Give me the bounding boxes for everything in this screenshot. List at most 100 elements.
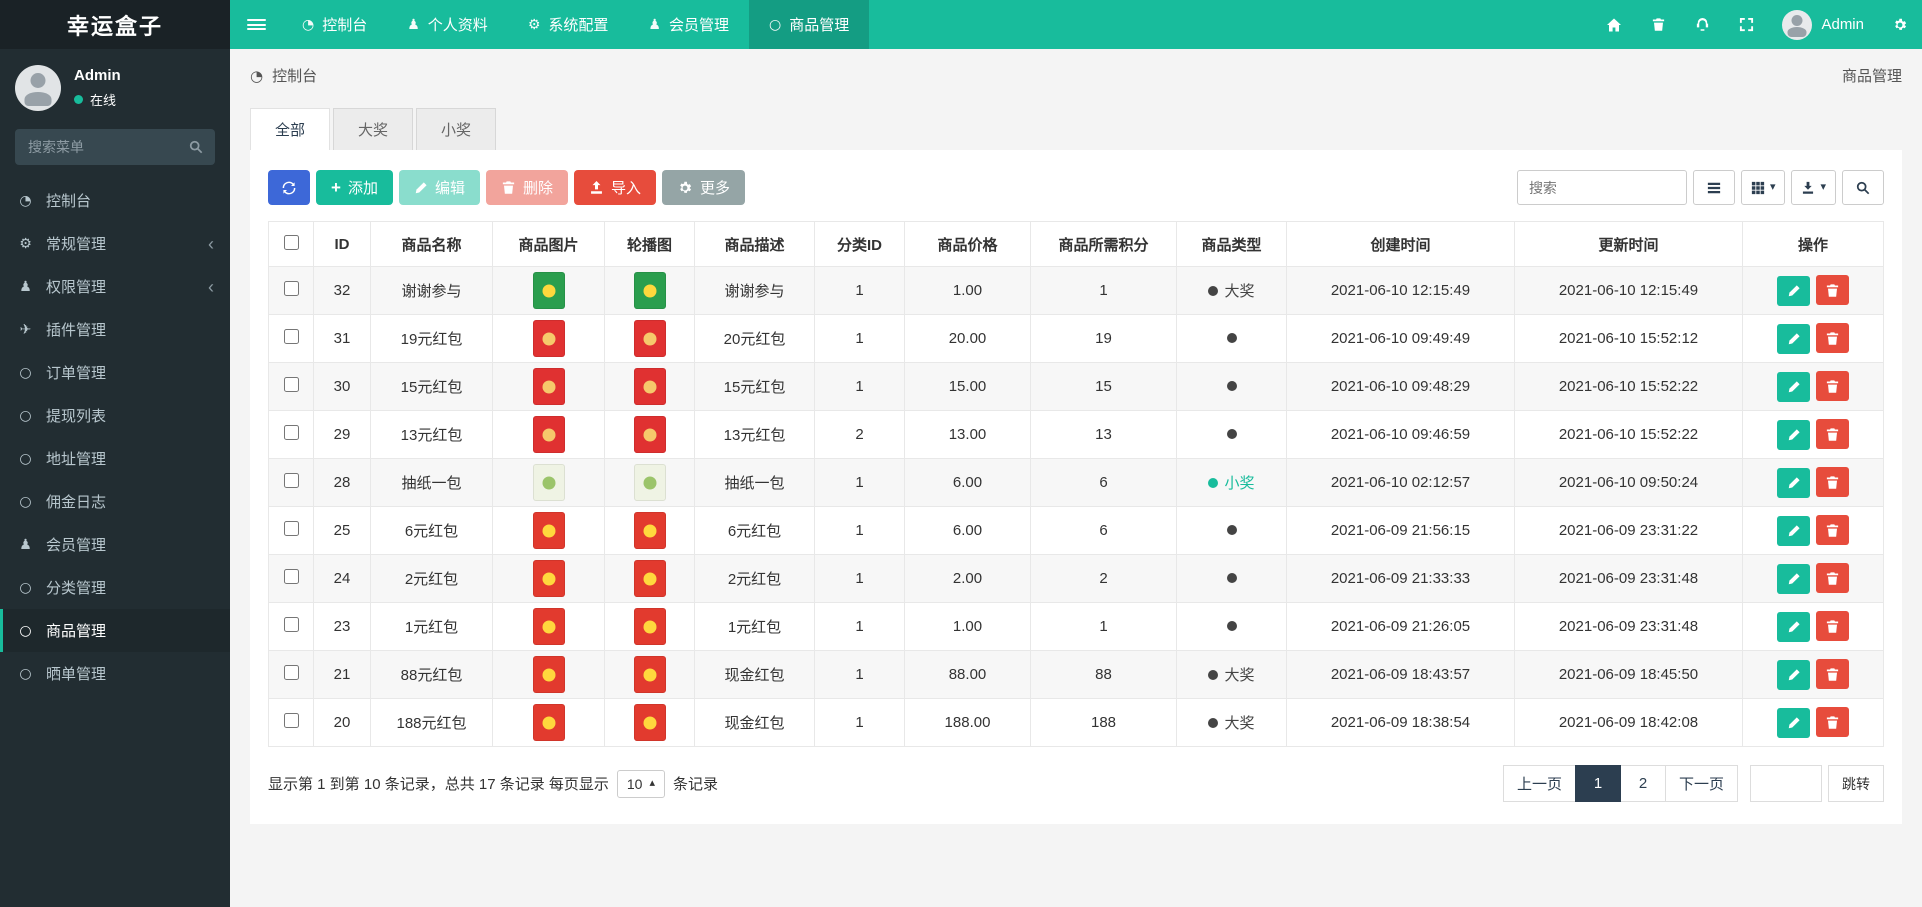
page-button-prev[interactable]: 上一页 — [1502, 765, 1576, 802]
product-image[interactable] — [532, 704, 565, 741]
row-checkbox[interactable] — [283, 473, 299, 488]
sidebar-search-input[interactable] — [15, 129, 177, 165]
table-row[interactable]: 25 6元红包 6元红包 1 6.00 6 2021-06-09 21:56:15 2021-… — [268, 506, 1884, 555]
delete-row-button[interactable] — [1816, 323, 1849, 354]
product-image[interactable] — [532, 416, 565, 453]
user-menu[interactable]: Admin — [1768, 0, 1878, 49]
sidebar-item-auth[interactable]: ♟ 权限管理 ‹ — [0, 265, 230, 308]
topnav-item-profile[interactable]: ♟ 个人资料 — [387, 0, 508, 49]
delete-row-button[interactable] — [1816, 419, 1849, 450]
row-checkbox[interactable] — [283, 569, 299, 584]
topnav-item-member-manage[interactable]: ♟ 会员管理 — [628, 0, 749, 49]
row-checkbox[interactable] — [283, 377, 299, 392]
table-row[interactable]: 23 1元红包 1元红包 1 1.00 1 2021-06-09 21:26:05 2021-… — [268, 602, 1884, 651]
product-image[interactable] — [532, 608, 565, 645]
product-image[interactable] — [532, 272, 565, 309]
more-button[interactable]: 更多 — [662, 170, 746, 205]
service-button[interactable] — [1680, 0, 1724, 49]
jump-page-input[interactable] — [1750, 765, 1822, 802]
sidebar-item-withdraw[interactable]: ○ 提现列表 — [0, 394, 230, 437]
table-row[interactable]: 30 15元红包 15元红包 1 15.00 15 2021-06-10 09:48:29 2… — [268, 362, 1884, 411]
delete-row-button[interactable] — [1816, 515, 1849, 546]
home-button[interactable] — [1592, 0, 1636, 49]
clear-cache-button[interactable] — [1636, 0, 1680, 49]
select-all-checkbox[interactable] — [283, 234, 299, 250]
edit-row-button[interactable] — [1777, 563, 1810, 594]
brand-logo[interactable]: 幸运盒子 — [0, 0, 230, 49]
row-checkbox[interactable] — [283, 281, 299, 296]
sidebar-item-order[interactable]: ○ 订单管理 — [0, 351, 230, 394]
row-checkbox[interactable] — [283, 617, 299, 632]
sidebar-item-commission[interactable]: ○ 佣金日志 — [0, 480, 230, 523]
delete-row-button[interactable] — [1816, 371, 1849, 402]
edit-row-button[interactable] — [1777, 323, 1810, 354]
page-button-page-1[interactable]: 1 — [1574, 765, 1621, 802]
page-button-next[interactable]: 下一页 — [1664, 765, 1738, 802]
import-button[interactable]: 导入 — [573, 170, 656, 205]
delete-row-button[interactable] — [1816, 275, 1849, 306]
carousel-image[interactable] — [633, 320, 666, 357]
carousel-image[interactable] — [633, 512, 666, 549]
carousel-image[interactable] — [633, 272, 666, 309]
settings-button[interactable] — [1878, 0, 1922, 49]
sidebar-search-button[interactable] — [177, 129, 215, 165]
sidebar-item-member[interactable]: ♟ 会员管理 — [0, 523, 230, 566]
edit-row-button[interactable] — [1777, 467, 1810, 498]
sidebar-item-addon[interactable]: ✈ 插件管理 — [0, 308, 230, 351]
product-image[interactable] — [532, 464, 565, 501]
row-checkbox[interactable] — [283, 665, 299, 680]
sidebar-item-address[interactable]: ○ 地址管理 — [0, 437, 230, 480]
delete-row-button[interactable] — [1816, 611, 1849, 642]
row-checkbox[interactable] — [283, 713, 299, 728]
product-image[interactable] — [532, 320, 565, 357]
refresh-button[interactable] — [268, 170, 310, 205]
table-row[interactable]: 24 2元红包 2元红包 1 2.00 2 2021-06-09 21:33:33 2021-… — [268, 554, 1884, 603]
sidebar-item-general[interactable]: ⚙ 常规管理 ‹ — [0, 222, 230, 265]
edit-button[interactable]: 编辑 — [398, 170, 480, 205]
table-row[interactable]: 21 88元红包 现金红包 1 88.00 88 大奖 2021-06-09 18:43:57… — [268, 650, 1884, 699]
topnav-item-dashboard[interactable]: ◔ 控制台 — [282, 0, 387, 49]
tab-small-prize[interactable]: 小奖 — [416, 108, 497, 150]
table-row[interactable]: 31 19元红包 20元红包 1 20.00 19 2021-06-10 09:49:49 2… — [268, 314, 1884, 363]
jump-button[interactable]: 跳转 — [1828, 765, 1884, 802]
row-checkbox[interactable] — [283, 521, 299, 536]
carousel-image[interactable] — [633, 608, 666, 645]
page-button-page-2[interactable]: 2 — [1619, 765, 1666, 802]
table-row[interactable]: 20 188元红包 现金红包 1 188.00 188 大奖 2021-06-09 18:38… — [268, 698, 1884, 747]
carousel-image[interactable] — [633, 704, 666, 741]
carousel-image[interactable] — [633, 368, 666, 405]
carousel-image[interactable] — [633, 656, 666, 693]
sidebar-item-dashboard[interactable]: ◔ 控制台 — [0, 179, 230, 222]
delete-row-button[interactable] — [1816, 467, 1849, 498]
table-row[interactable]: 29 13元红包 13元红包 2 13.00 13 2021-06-10 09:46:59 2… — [268, 410, 1884, 459]
carousel-image[interactable] — [633, 416, 666, 453]
breadcrumb[interactable]: ◔ 控制台 — [250, 65, 317, 86]
row-checkbox[interactable] — [283, 329, 299, 344]
edit-row-button[interactable] — [1777, 275, 1810, 306]
toggle-view-button[interactable] — [1692, 170, 1735, 205]
fullscreen-button[interactable] — [1724, 0, 1768, 49]
tab-big-prize[interactable]: 大奖 — [333, 108, 414, 150]
sidebar-item-category[interactable]: ○ 分类管理 — [0, 566, 230, 609]
product-image[interactable] — [532, 512, 565, 549]
edit-row-button[interactable] — [1777, 515, 1810, 546]
sidebar-item-goods[interactable]: ○ 商品管理 — [0, 609, 230, 652]
edit-row-button[interactable] — [1777, 659, 1810, 690]
product-image[interactable] — [532, 656, 565, 693]
edit-row-button[interactable] — [1777, 419, 1810, 450]
product-image[interactable] — [532, 368, 565, 405]
row-checkbox[interactable] — [283, 425, 299, 440]
topnav-item-goods-manage[interactable]: ○ 商品管理 — [748, 0, 870, 49]
table-row[interactable]: 32 谢谢参与 谢谢参与 1 1.00 1 大奖 2021-06-10 12:15:49 202… — [268, 266, 1884, 315]
sidebar-item-share[interactable]: ○ 晒单管理 — [0, 652, 230, 695]
table-row[interactable]: 28 抽纸一包 抽纸一包 1 6.00 6 小奖 2021-06-10 02:12:57 202… — [268, 458, 1884, 507]
carousel-image[interactable] — [633, 464, 666, 501]
sidebar-toggle-button[interactable] — [230, 0, 282, 49]
export-button[interactable]: ▾ — [1791, 170, 1836, 205]
delete-row-button[interactable] — [1816, 563, 1849, 594]
product-image[interactable] — [532, 560, 565, 597]
edit-row-button[interactable] — [1777, 611, 1810, 642]
topnav-item-system-config[interactable]: ⚙ 系统配置 — [508, 0, 629, 49]
edit-row-button[interactable] — [1777, 707, 1810, 738]
delete-row-button[interactable] — [1816, 659, 1849, 690]
